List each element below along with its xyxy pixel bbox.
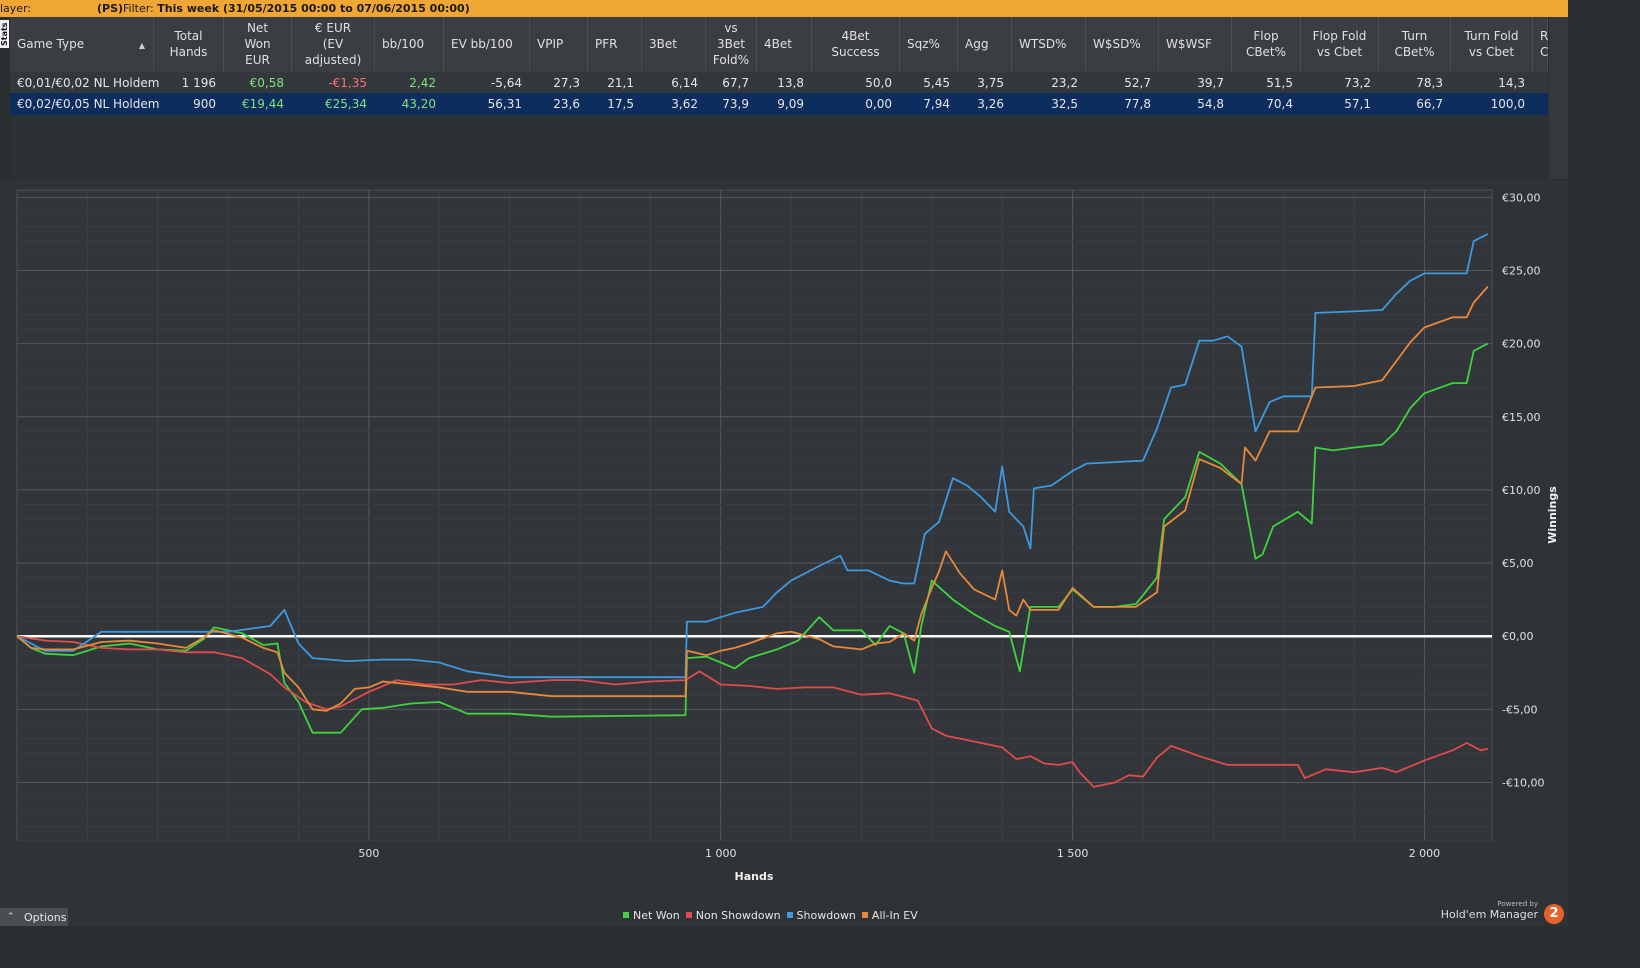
x-tick-label: 1 500 — [1057, 847, 1089, 860]
y-tick-label: €10,00 — [1502, 484, 1541, 497]
brand-name: Hold'em Manager — [1440, 908, 1538, 921]
y-tick-label: €0,00 — [1502, 630, 1534, 643]
winnings-chart: €30,00 €25,00 €20,00 €15,00 €10,00 €5,00 €0,00… — [16, 189, 1559, 883]
chart-legend: Net Won Non Showdown Showdown All-In EV — [623, 909, 924, 923]
legend-label: Non Showdown — [695, 909, 781, 922]
y-tick-label: -€10,00 — [1502, 776, 1544, 789]
legend-item-non-showdown[interactable]: Non Showdown — [685, 909, 781, 922]
y-tick-label: €20,00 — [1502, 338, 1541, 351]
legend-label: Showdown — [796, 909, 856, 922]
chevron-up-icon: ⌃ — [7, 912, 15, 922]
legend-swatch — [786, 912, 793, 918]
y-tick-label: €5,00 — [1502, 557, 1534, 570]
x-axis-ticks: 500 1 000 1 500 2 000 — [358, 847, 1440, 860]
legend-label: Net Won — [633, 909, 680, 922]
legend-swatch — [623, 912, 629, 918]
legend-label: All-In EV — [871, 909, 918, 922]
plot-area — [16, 189, 1493, 842]
x-tick-label: 1 000 — [705, 847, 737, 860]
y-tick-label: €15,00 — [1502, 411, 1541, 424]
powered-by-text: Powered by — [1497, 900, 1538, 908]
y-tick-label: €25,00 — [1502, 264, 1541, 277]
x-axis-label: Hands — [735, 870, 774, 883]
y-tick-label: €30,00 — [1502, 191, 1541, 204]
x-tick-label: 2 000 — [1409, 847, 1441, 860]
legend-item-net-won[interactable]: Net Won — [623, 909, 680, 922]
legend-swatch — [861, 912, 868, 918]
y-axis-label: Winnings — [1546, 486, 1559, 544]
hm2-logo-icon: 2 — [1544, 904, 1564, 924]
legend-item-all-in-ev[interactable]: All-In EV — [861, 909, 918, 922]
legend-item-showdown[interactable]: Showdown — [786, 909, 856, 922]
y-axis-ticks: €30,00 €25,00 €20,00 €15,00 €10,00 €5,00 €0,00… — [1502, 191, 1544, 789]
legend-swatch — [685, 912, 692, 918]
options-label: Options — [24, 911, 67, 924]
options-button[interactable]: ⌃ Options — [0, 908, 68, 926]
brand-logo: Powered by Hold'em Manager 2 — [1440, 898, 1568, 926]
x-tick-label: 500 — [358, 847, 379, 860]
y-tick-label: -€5,00 — [1502, 703, 1537, 716]
